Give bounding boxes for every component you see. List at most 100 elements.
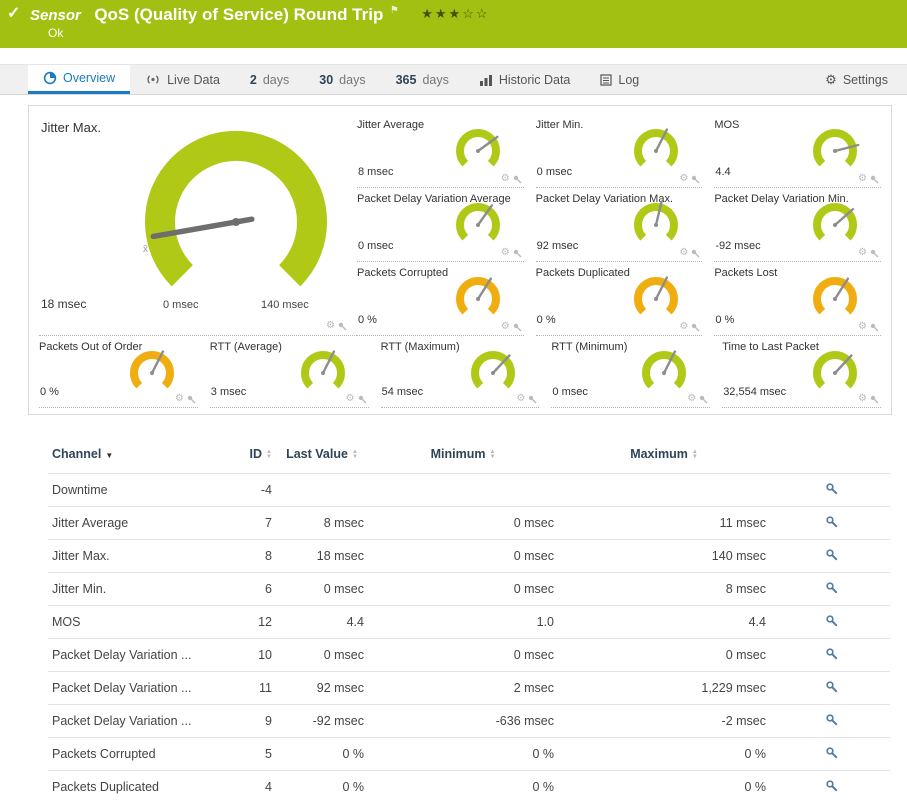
gauge-cell[interactable]: MOS 4.4 ⚙ (714, 114, 881, 188)
channel-settings-icon[interactable] (825, 614, 838, 627)
gear-icon[interactable]: ⚙ (858, 322, 867, 332)
gear-icon[interactable]: ⚙ (516, 394, 525, 404)
overview-pie-icon (43, 71, 57, 85)
gauge-cell[interactable]: Jitter Min. 0 msec ⚙ (536, 114, 703, 188)
tab-settings[interactable]: ⚙ Settings (810, 65, 903, 94)
tab-30-days[interactable]: 30 days (304, 65, 380, 94)
gauge-cell[interactable]: Jitter Average 8 msec ⚙ (357, 114, 524, 188)
sort-icon: ▲▼ (489, 450, 495, 460)
cell-channel[interactable]: Jitter Max. (48, 540, 218, 573)
tab-365-days[interactable]: 365 days (381, 65, 464, 94)
gauge-cell[interactable]: Packets Duplicated 0 % ⚙ (536, 262, 703, 336)
channel-settings-icon[interactable] (825, 680, 838, 693)
pin-icon[interactable] (870, 395, 879, 404)
column-header-maximum[interactable]: Maximum▲▼ (558, 441, 770, 474)
channel-settings-icon[interactable] (825, 746, 838, 759)
tab-log[interactable]: Log (585, 65, 654, 94)
table-row[interactable]: Jitter Min. 6 0 msec 0 msec 8 msec (48, 573, 890, 606)
table-row[interactable]: Jitter Average 7 8 msec 0 msec 11 msec (48, 507, 890, 540)
channel-settings-icon[interactable] (825, 581, 838, 594)
gear-icon[interactable]: ⚙ (501, 174, 510, 184)
gauge-cell[interactable]: RTT (Average) 3 msec ⚙ (210, 336, 369, 408)
cell-channel[interactable]: Jitter Min. (48, 573, 218, 606)
tab-log-label: Log (618, 73, 639, 87)
table-row[interactable]: Packets Corrupted 5 0 % 0 % 0 % (48, 738, 890, 771)
channel-settings-icon[interactable] (825, 548, 838, 561)
gauge-cell[interactable]: Packets Corrupted 0 % ⚙ (357, 262, 524, 336)
tab-historic-data[interactable]: Historic Data (464, 65, 586, 94)
gear-icon[interactable]: ⚙ (175, 394, 184, 404)
table-row[interactable]: Downtime -4 (48, 474, 890, 507)
cell-id: 5 (218, 738, 276, 771)
gear-icon[interactable]: ⚙ (858, 174, 867, 184)
pin-icon[interactable] (691, 323, 700, 332)
pin-icon[interactable] (513, 323, 522, 332)
priority-stars[interactable]: ★★★☆☆ (421, 6, 489, 21)
cell-id: 7 (218, 507, 276, 540)
table-row[interactable]: Packet Delay Variation ... 10 0 msec 0 m… (48, 639, 890, 672)
pin-icon[interactable] (187, 395, 196, 404)
tab-2-days[interactable]: 2 days (235, 65, 304, 94)
cell-channel[interactable]: Jitter Average (48, 507, 218, 540)
pin-icon[interactable] (699, 395, 708, 404)
cell-channel[interactable]: Downtime (48, 474, 218, 507)
gauge-cell[interactable]: RTT (Maximum) 54 msec ⚙ (381, 336, 540, 408)
gear-icon[interactable]: ⚙ (326, 321, 335, 331)
gauge-cell[interactable]: Packet Delay Variation Max. 92 msec ⚙ (536, 188, 703, 262)
table-row[interactable]: MOS 12 4.4 1.0 4.4 (48, 606, 890, 639)
pin-icon[interactable] (338, 322, 347, 331)
gear-icon[interactable]: ⚙ (679, 322, 688, 332)
cell-channel[interactable]: Packet Delay Variation ... (48, 639, 218, 672)
pin-icon[interactable] (870, 323, 879, 332)
column-header-id[interactable]: ID▲▼ (218, 441, 276, 474)
gauge-cell[interactable]: Packet Delay Variation Average 0 msec ⚙ (357, 188, 524, 262)
gear-icon[interactable]: ⚙ (679, 248, 688, 258)
pin-icon[interactable] (528, 395, 537, 404)
pin-icon[interactable] (870, 175, 879, 184)
gear-icon[interactable]: ⚙ (501, 322, 510, 332)
pin-icon[interactable] (691, 249, 700, 258)
column-header-last-value[interactable]: Last Value▲▼ (276, 441, 368, 474)
channel-settings-icon[interactable] (825, 647, 838, 660)
cell-channel[interactable]: MOS (48, 606, 218, 639)
column-header-minimum[interactable]: Minimum▲▼ (368, 441, 558, 474)
cell-channel[interactable]: Packets Duplicated (48, 771, 218, 804)
table-row[interactable]: Packets Duplicated 4 0 % 0 % 0 % (48, 771, 890, 804)
gauge-cell[interactable]: Packets Out of Order 0 % ⚙ (39, 336, 198, 408)
pin-icon[interactable] (691, 175, 700, 184)
gauge-cell[interactable]: Packet Delay Variation Min. -92 msec ⚙ (714, 188, 881, 262)
channel-settings-icon[interactable] (825, 779, 838, 792)
cell-last-value: 92 msec (276, 672, 368, 705)
pin-icon[interactable] (358, 395, 367, 404)
gear-icon[interactable]: ⚙ (858, 394, 867, 404)
gear-icon[interactable]: ⚙ (858, 248, 867, 258)
gear-icon[interactable]: ⚙ (687, 394, 696, 404)
channel-settings-icon[interactable] (825, 515, 838, 528)
gear-icon[interactable]: ⚙ (679, 174, 688, 184)
gauge-cell[interactable]: Packets Lost 0 % ⚙ (714, 262, 881, 336)
gear-icon[interactable]: ⚙ (501, 248, 510, 258)
pin-icon[interactable] (513, 249, 522, 258)
table-row[interactable]: Packet Delay Variation ... 9 -92 msec -6… (48, 705, 890, 738)
cell-channel[interactable]: Packet Delay Variation ... (48, 672, 218, 705)
flag-icon[interactable]: ⚑ (390, 5, 399, 16)
cell-channel[interactable]: Packet Delay Variation ... (48, 705, 218, 738)
gauge-cell[interactable]: Time to Last Packet 32,554 msec ⚙ (722, 336, 881, 408)
table-row[interactable]: Jitter Max. 8 18 msec 0 msec 140 msec (48, 540, 890, 573)
cell-channel[interactable]: Packets Corrupted (48, 738, 218, 771)
channel-settings-icon[interactable] (825, 713, 838, 726)
column-header-channel[interactable]: Channel▼ (48, 441, 218, 474)
log-list-icon (600, 74, 612, 86)
gauge-value: 4.4 (715, 166, 730, 178)
gear-icon[interactable]: ⚙ (346, 394, 355, 404)
channel-table-body: Downtime -4 Jitter Average 7 8 msec 0 ms… (48, 474, 890, 804)
pin-icon[interactable] (513, 175, 522, 184)
tab-overview[interactable]: Overview (28, 65, 130, 94)
tab-live-data[interactable]: Live Data (130, 65, 235, 94)
table-row[interactable]: Packet Delay Variation ... 11 92 msec 2 … (48, 672, 890, 705)
gauge-value: 0 msec (537, 166, 572, 178)
pin-icon[interactable] (870, 249, 879, 258)
big-gauge-jitter-max[interactable]: Jitter Max. x̄ 0 msec 140 msec 18 msec ⚙ (39, 114, 357, 336)
channel-settings-icon[interactable] (825, 482, 838, 495)
gauge-cell[interactable]: RTT (Minimum) 0 msec ⚙ (551, 336, 710, 408)
